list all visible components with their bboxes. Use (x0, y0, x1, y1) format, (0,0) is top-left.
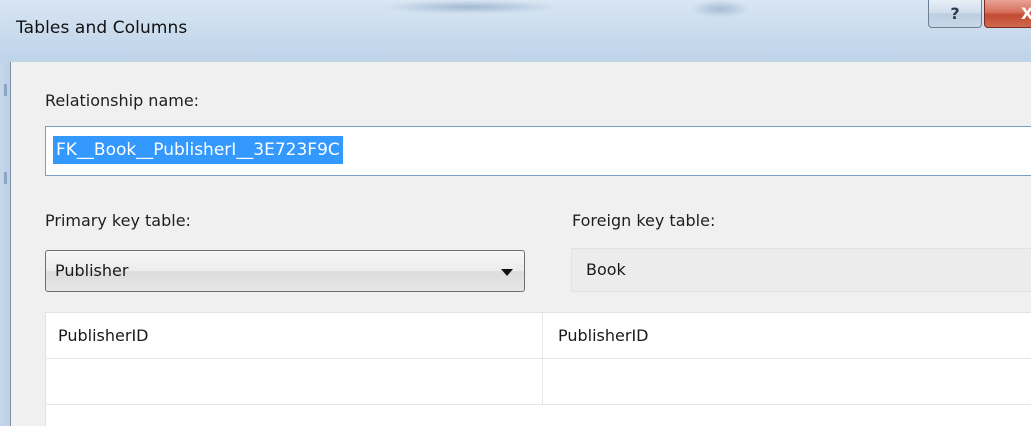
foreign-key-table-value: Book (586, 260, 626, 279)
title-bar-glow (380, 0, 560, 14)
table-row (46, 359, 1031, 405)
close-button[interactable]: X (984, 0, 1031, 28)
foreign-key-table-label: Foreign key table: (572, 211, 716, 230)
primary-key-table-label: Primary key table: (45, 211, 191, 230)
foreign-key-column-cell[interactable]: PublisherID (543, 313, 1031, 359)
relationship-name-label: Relationship name: (45, 91, 200, 110)
primary-key-table-select[interactable]: Publisher (45, 250, 525, 292)
foreign-key-table-field: Book (571, 248, 1031, 292)
primary-key-table-value: Publisher (55, 261, 129, 280)
title-bar-glow (690, 0, 750, 18)
relationship-name-input[interactable]: FK__Book__PublisherI__3E723F9C (45, 126, 1031, 176)
primary-key-column-cell[interactable]: PublisherID (46, 313, 543, 359)
close-icon: X (1021, 4, 1031, 23)
foreign-key-column-cell[interactable] (543, 359, 1031, 405)
help-icon: ? (950, 4, 960, 23)
chevron-down-icon[interactable] (501, 269, 513, 276)
help-button[interactable]: ? (928, 0, 982, 28)
frame-mark (4, 84, 7, 96)
relationship-name-value: FK__Book__PublisherI__3E723F9C (53, 136, 343, 164)
primary-key-column-cell[interactable] (46, 359, 543, 405)
window-title: Tables and Columns (16, 18, 188, 38)
columns-grid: PublisherID PublisherID (45, 312, 1031, 426)
table-row: PublisherID PublisherID (46, 313, 1031, 359)
title-bar: Tables and Columns ? X (0, 0, 1031, 62)
frame-mark (4, 172, 7, 184)
window-frame-left (0, 62, 10, 426)
